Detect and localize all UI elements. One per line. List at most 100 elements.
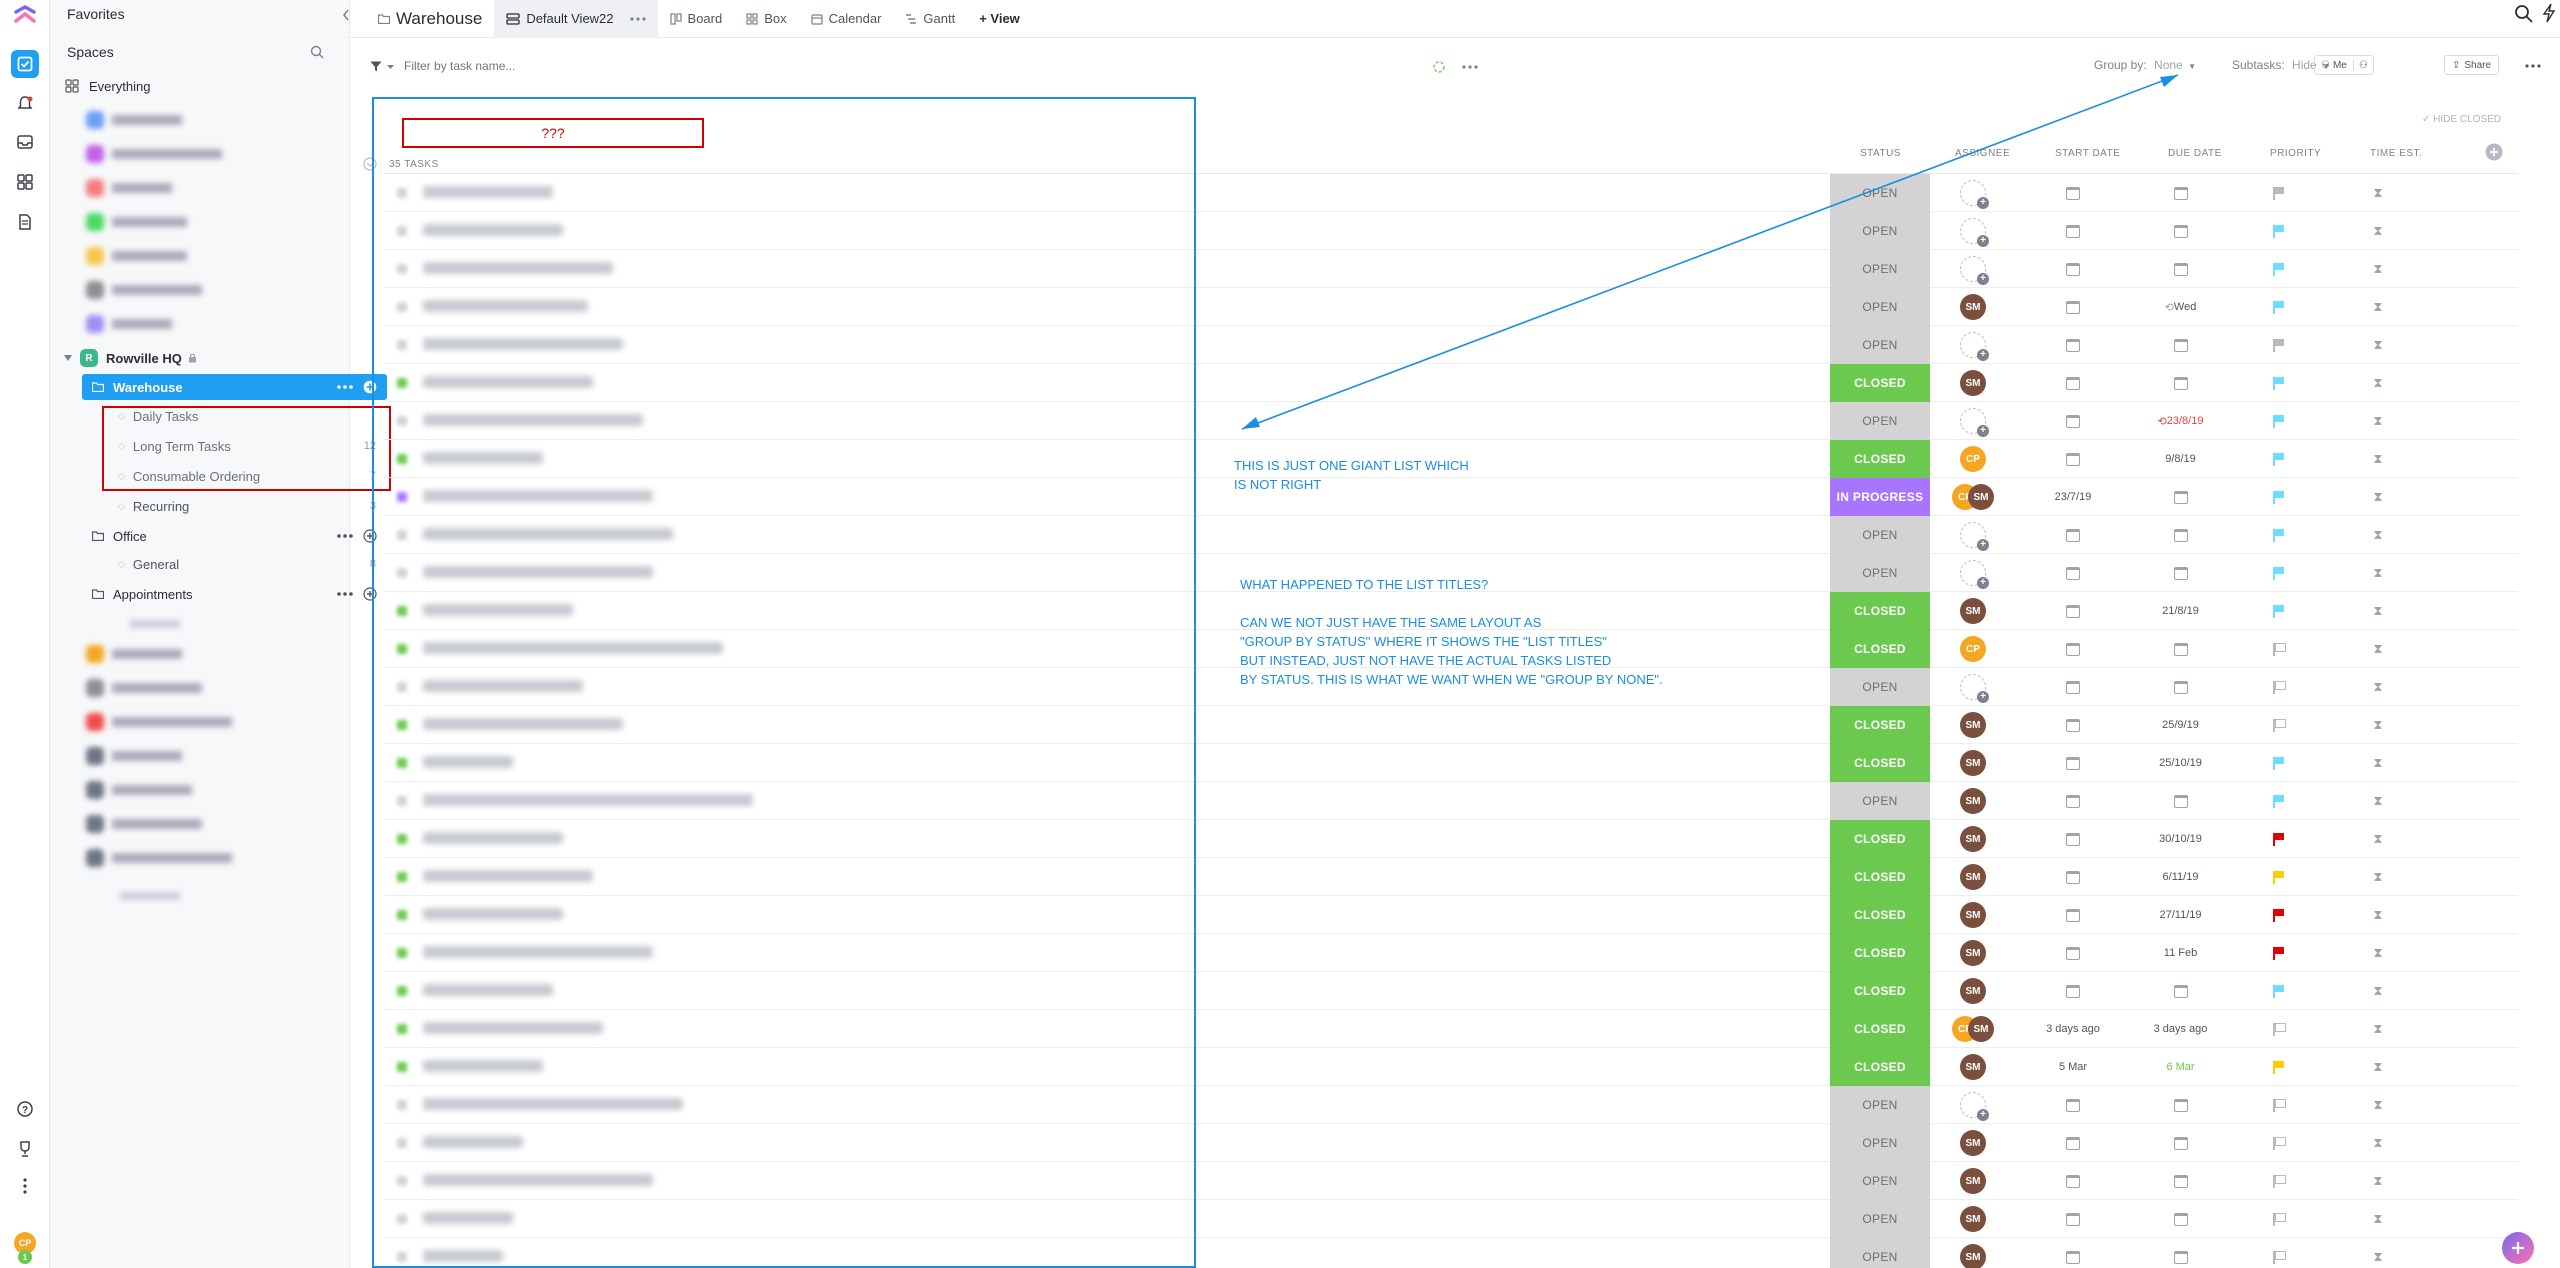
me-filter-group[interactable]: ⚇ Me ⚇ [2314, 55, 2374, 75]
priority-cell[interactable] [2243, 858, 2313, 896]
task-status-dot[interactable] [397, 1252, 407, 1262]
start-date-cell[interactable] [2023, 1086, 2123, 1124]
start-date-cell[interactable]: 3 days ago [2023, 1010, 2123, 1048]
task-status-dot[interactable] [397, 378, 407, 388]
task-name-redacted[interactable] [423, 338, 623, 350]
start-date-cell[interactable] [2023, 934, 2123, 972]
assignee-cell[interactable]: SM [1933, 1162, 2013, 1200]
avatar[interactable]: SM [1960, 826, 1986, 852]
table-row[interactable]: OPEN SM ⧗ [383, 1200, 2518, 1238]
table-row[interactable]: OPEN ⧗ [383, 516, 2518, 554]
column-header-time-estimate[interactable]: TIME EST. [2370, 148, 2422, 164]
due-date-cell[interactable]: 3 days ago [2128, 1010, 2233, 1048]
avatar[interactable]: SM [1960, 1168, 1986, 1194]
due-date-cell[interactable] [2128, 668, 2233, 706]
due-date-cell[interactable] [2128, 782, 2233, 820]
start-date-cell[interactable] [2023, 782, 2123, 820]
task-status-dot[interactable] [397, 872, 407, 882]
due-date-cell[interactable] [2128, 554, 2233, 592]
docs-icon[interactable] [11, 208, 39, 236]
me-button[interactable]: ⚇ Me [2315, 59, 2354, 71]
task-status-dot[interactable] [397, 1100, 407, 1110]
time-estimate-cell[interactable]: ⧗ [2343, 668, 2413, 706]
task-status-dot[interactable] [397, 606, 407, 616]
collapse-sidebar-icon[interactable] [342, 9, 350, 21]
list-item[interactable]: ◇ Recurring 3 [118, 492, 388, 520]
assignee-cell[interactable]: CP SM [1933, 478, 2013, 516]
due-date-cell[interactable]: 25/10/19 [2128, 744, 2233, 782]
status-badge[interactable]: CLOSED [1830, 630, 1930, 668]
status-badge[interactable]: OPEN [1830, 516, 1930, 554]
due-date-cell[interactable]: 25/9/19 [2128, 706, 2233, 744]
priority-cell[interactable] [2243, 1238, 2313, 1268]
add-assignee-icon[interactable] [1960, 522, 1989, 551]
priority-cell[interactable] [2243, 554, 2313, 592]
task-name-redacted[interactable] [423, 224, 563, 236]
start-date-cell[interactable] [2023, 554, 2123, 592]
assignee-cell[interactable]: SM [1933, 592, 2013, 630]
task-status-dot[interactable] [397, 454, 407, 464]
due-date-cell[interactable] [2128, 516, 2233, 554]
inbox-icon[interactable] [11, 128, 39, 156]
collapse-group-icon[interactable] [363, 157, 377, 171]
start-date-cell[interactable] [2023, 1238, 2123, 1268]
list-item[interactable]: ◇ General 8 [118, 550, 388, 578]
task-status-dot[interactable] [397, 986, 407, 996]
status-badge[interactable]: OPEN [1830, 782, 1930, 820]
avatar[interactable]: SM [1968, 1016, 1994, 1042]
start-date-cell[interactable] [2023, 1200, 2123, 1238]
tab-box[interactable]: Box [734, 0, 798, 38]
notifications-icon[interactable] [11, 90, 39, 118]
task-name-redacted[interactable] [423, 794, 753, 806]
time-estimate-cell[interactable]: ⧗ [2343, 212, 2413, 250]
table-row[interactable]: OPEN SM ⧗ [383, 1162, 2518, 1200]
task-name-redacted[interactable] [423, 300, 588, 312]
due-date-cell[interactable]: 9/8/19 [2128, 440, 2233, 478]
clickup-logo-icon[interactable] [12, 4, 38, 30]
assignee-cell[interactable]: SM [1933, 934, 2013, 972]
avatar[interactable]: SM [1960, 978, 1986, 1004]
due-date-cell[interactable] [2128, 1086, 2233, 1124]
table-row[interactable]: CLOSED SM 5 Mar 6 Mar ⧗ [383, 1048, 2518, 1086]
time-estimate-cell[interactable]: ⧗ [2343, 972, 2413, 1010]
assignee-cell[interactable]: SM [1933, 820, 2013, 858]
start-date-cell[interactable] [2023, 820, 2123, 858]
start-date-cell[interactable] [2023, 858, 2123, 896]
time-estimate-cell[interactable]: ⧗ [2343, 1200, 2413, 1238]
avatar[interactable]: SM [1960, 1054, 1986, 1080]
task-status-dot[interactable] [397, 758, 407, 768]
task-name-redacted[interactable] [423, 756, 513, 768]
due-date-cell[interactable] [2128, 1124, 2233, 1162]
avatar[interactable]: CP [1960, 446, 1986, 472]
assignee-cell[interactable]: CP [1933, 630, 2013, 668]
status-badge[interactable]: CLOSED [1830, 1010, 1930, 1048]
dashboards-icon[interactable] [11, 168, 39, 196]
assignee-cell[interactable] [1933, 1086, 2013, 1124]
table-row[interactable]: CLOSED SM 25/9/19 ⧗ [383, 706, 2518, 744]
task-name-redacted[interactable] [423, 490, 653, 502]
tab-default-view[interactable]: Default View22 [494, 0, 658, 38]
task-name-redacted[interactable] [423, 946, 653, 958]
add-assignee-icon[interactable] [1960, 1092, 1989, 1121]
task-name-redacted[interactable] [423, 908, 563, 920]
task-name-redacted[interactable] [423, 680, 583, 692]
avatar[interactable]: SM [1960, 864, 1986, 890]
time-estimate-cell[interactable]: ⧗ [2343, 1086, 2413, 1124]
start-date-cell[interactable] [2023, 1162, 2123, 1200]
avatar[interactable]: SM [1960, 750, 1986, 776]
priority-cell[interactable] [2243, 402, 2313, 440]
page-more-icon[interactable] [2525, 64, 2541, 68]
avatar[interactable]: SM [1960, 1206, 1986, 1232]
trophy-icon[interactable] [11, 1135, 39, 1163]
add-view-button[interactable]: + View [967, 0, 1032, 38]
due-date-cell[interactable] [2128, 1238, 2233, 1268]
assignee-cell[interactable]: SM [1933, 896, 2013, 934]
task-status-dot[interactable] [397, 644, 407, 654]
task-name-redacted[interactable] [423, 1250, 503, 1262]
table-row[interactable]: CLOSED SM 30/10/19 ⧗ [383, 820, 2518, 858]
priority-cell[interactable] [2243, 478, 2313, 516]
due-date-cell[interactable]: 30/10/19 [2128, 820, 2233, 858]
due-date-cell[interactable]: 6/11/19 [2128, 858, 2233, 896]
priority-cell[interactable] [2243, 174, 2313, 212]
task-name-redacted[interactable] [423, 528, 673, 540]
